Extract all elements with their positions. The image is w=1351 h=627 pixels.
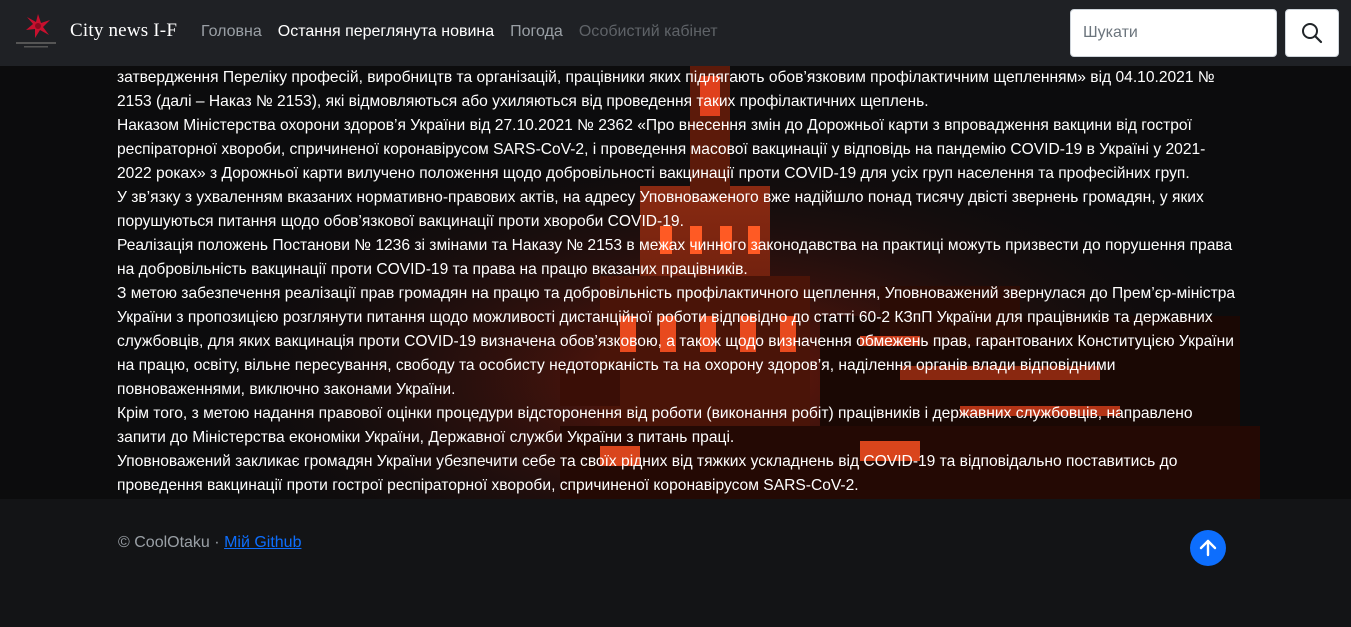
scroll-to-top-button[interactable] (1190, 530, 1226, 566)
search-icon (1302, 23, 1323, 44)
search-input[interactable] (1070, 9, 1277, 57)
article-paragraph: Уповноважений закликає громадян України … (117, 453, 1178, 494)
footer: © CoolOtaku · Мій Github (0, 499, 1351, 627)
search-button[interactable] (1285, 9, 1339, 57)
arrow-up-icon (1199, 539, 1217, 557)
nav-link-home[interactable]: Головна (201, 23, 262, 41)
article-paragraph: Реалізація положень Постанови № 1236 зі … (117, 237, 1233, 278)
nav-link-weather[interactable]: Погода (510, 23, 563, 41)
article-paragraph: Наказом Міністерства охорони здоров’я Ук… (117, 117, 1206, 182)
copyright-label: © CoolOtaku · (118, 534, 220, 551)
article-body: затвердження Переліку професій, виробниц… (117, 66, 1237, 498)
article-paragraph: З метою забезпечення реалізації прав гро… (117, 285, 1236, 398)
copyright-text: © CoolOtaku · Мій Github (118, 534, 301, 552)
brand-logo-icon[interactable] (14, 11, 58, 51)
nav-link-last-viewed-news[interactable]: Остання переглянута новина (278, 23, 494, 41)
article-paragraph: Крім того, з метою надання правової оцін… (117, 405, 1193, 446)
article-paragraph: У зв’язку з ухваленням вказаних норматив… (117, 189, 1204, 230)
brand-name[interactable]: City news I-F (70, 20, 177, 42)
nav-link-personal-cabinet: Особистий кабінет (578, 23, 718, 40)
github-link[interactable]: Мій Github (224, 534, 301, 551)
article-paragraph: затвердження Переліку професій, виробниц… (117, 69, 1215, 110)
nav-links: Головна Остання переглянута новина Погод… (201, 23, 718, 41)
top-navbar: City news I-F Головна Остання переглянут… (0, 0, 1351, 66)
